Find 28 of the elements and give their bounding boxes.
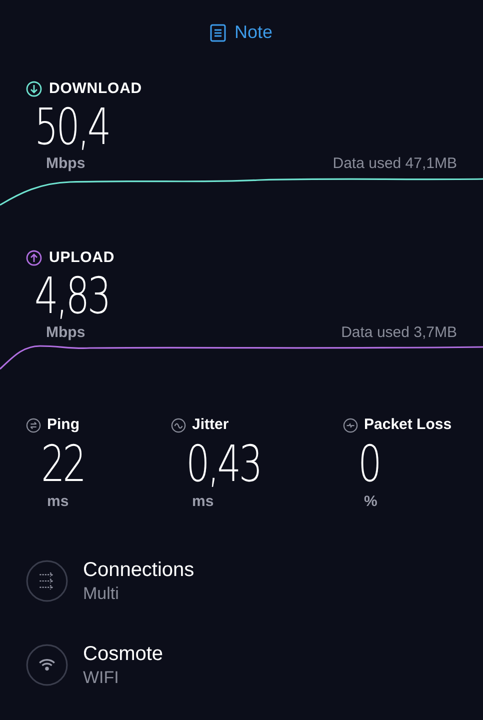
data-used-text: Data used 3,7MB xyxy=(341,322,457,342)
ping-icon xyxy=(26,418,41,433)
speed-label: DOWNLOAD xyxy=(49,79,142,99)
stat-unit: ms xyxy=(191,492,215,512)
stat-value: 22 xyxy=(40,436,86,490)
arrows-icon xyxy=(39,572,53,590)
stat-label: Ping xyxy=(47,415,80,435)
stat-unit: ms xyxy=(46,492,70,512)
speed-unit: Mbps xyxy=(46,154,86,174)
stat-value: 0,43 xyxy=(185,436,262,490)
data-used-text: Data used 47,1MB xyxy=(332,154,457,174)
speed-value: 50,4 xyxy=(34,100,110,152)
info-title: Connections xyxy=(83,558,194,583)
jitter-icon xyxy=(171,418,186,433)
stat-label: Jitter xyxy=(192,415,229,435)
speed-value: 4,83 xyxy=(34,270,110,322)
loss-icon xyxy=(343,418,358,433)
stat-label: Packet Loss xyxy=(364,415,452,435)
note-icon xyxy=(210,24,226,42)
speed-label: UPLOAD xyxy=(49,248,115,268)
info-subtitle: WIFI xyxy=(83,667,120,689)
info-title: Cosmote xyxy=(83,642,164,667)
wifi-icon xyxy=(39,659,55,671)
stat-unit: % xyxy=(363,492,378,512)
note-button[interactable]: Note xyxy=(210,19,273,46)
speed-unit: Mbps xyxy=(46,322,86,342)
info-subtitle: Multi xyxy=(83,583,120,605)
stat-value: 0 xyxy=(357,436,381,490)
